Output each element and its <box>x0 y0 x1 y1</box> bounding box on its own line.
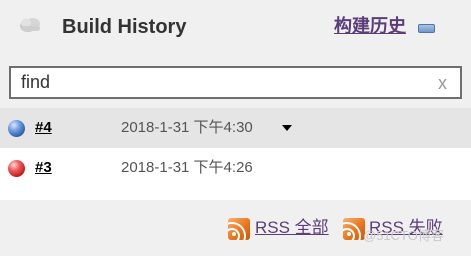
build-history-panel: Build History 构建历史 x #4 2018-1-31 下午4:30… <box>0 0 471 256</box>
rss-feed-icon[interactable] <box>343 218 365 240</box>
build-row: #3 2018-1-31 下午4:26 <box>0 148 471 188</box>
build-list-spacer <box>0 188 471 200</box>
clear-search-icon[interactable]: x <box>438 73 447 93</box>
panel-title: Build History <box>62 16 187 38</box>
panel-header: Build History 构建历史 <box>0 0 471 56</box>
build-search-input[interactable] <box>9 66 462 99</box>
build-row: #4 2018-1-31 下午4:30 <box>0 108 471 148</box>
build-menu-dropdown-icon[interactable] <box>282 125 292 131</box>
build-number-link[interactable]: #3 <box>35 159 52 177</box>
build-timestamp: 2018-1-31 下午4:30 <box>121 119 253 136</box>
watermark: @51CTO博客 <box>363 228 444 243</box>
build-number-link[interactable]: #4 <box>35 119 52 137</box>
build-filter: x <box>0 56 471 111</box>
collapse-minus-icon[interactable] <box>418 24 435 33</box>
rss-feed-icon[interactable] <box>228 218 250 240</box>
build-trend-link[interactable]: 构建历史 <box>334 14 406 38</box>
build-timestamp: 2018-1-31 下午4:26 <box>121 159 253 176</box>
rss-all-link[interactable]: RSS 全部 <box>255 218 329 238</box>
success-status-icon <box>8 120 25 137</box>
cloudy-weather-icon <box>20 18 40 32</box>
failed-status-icon <box>8 160 25 177</box>
